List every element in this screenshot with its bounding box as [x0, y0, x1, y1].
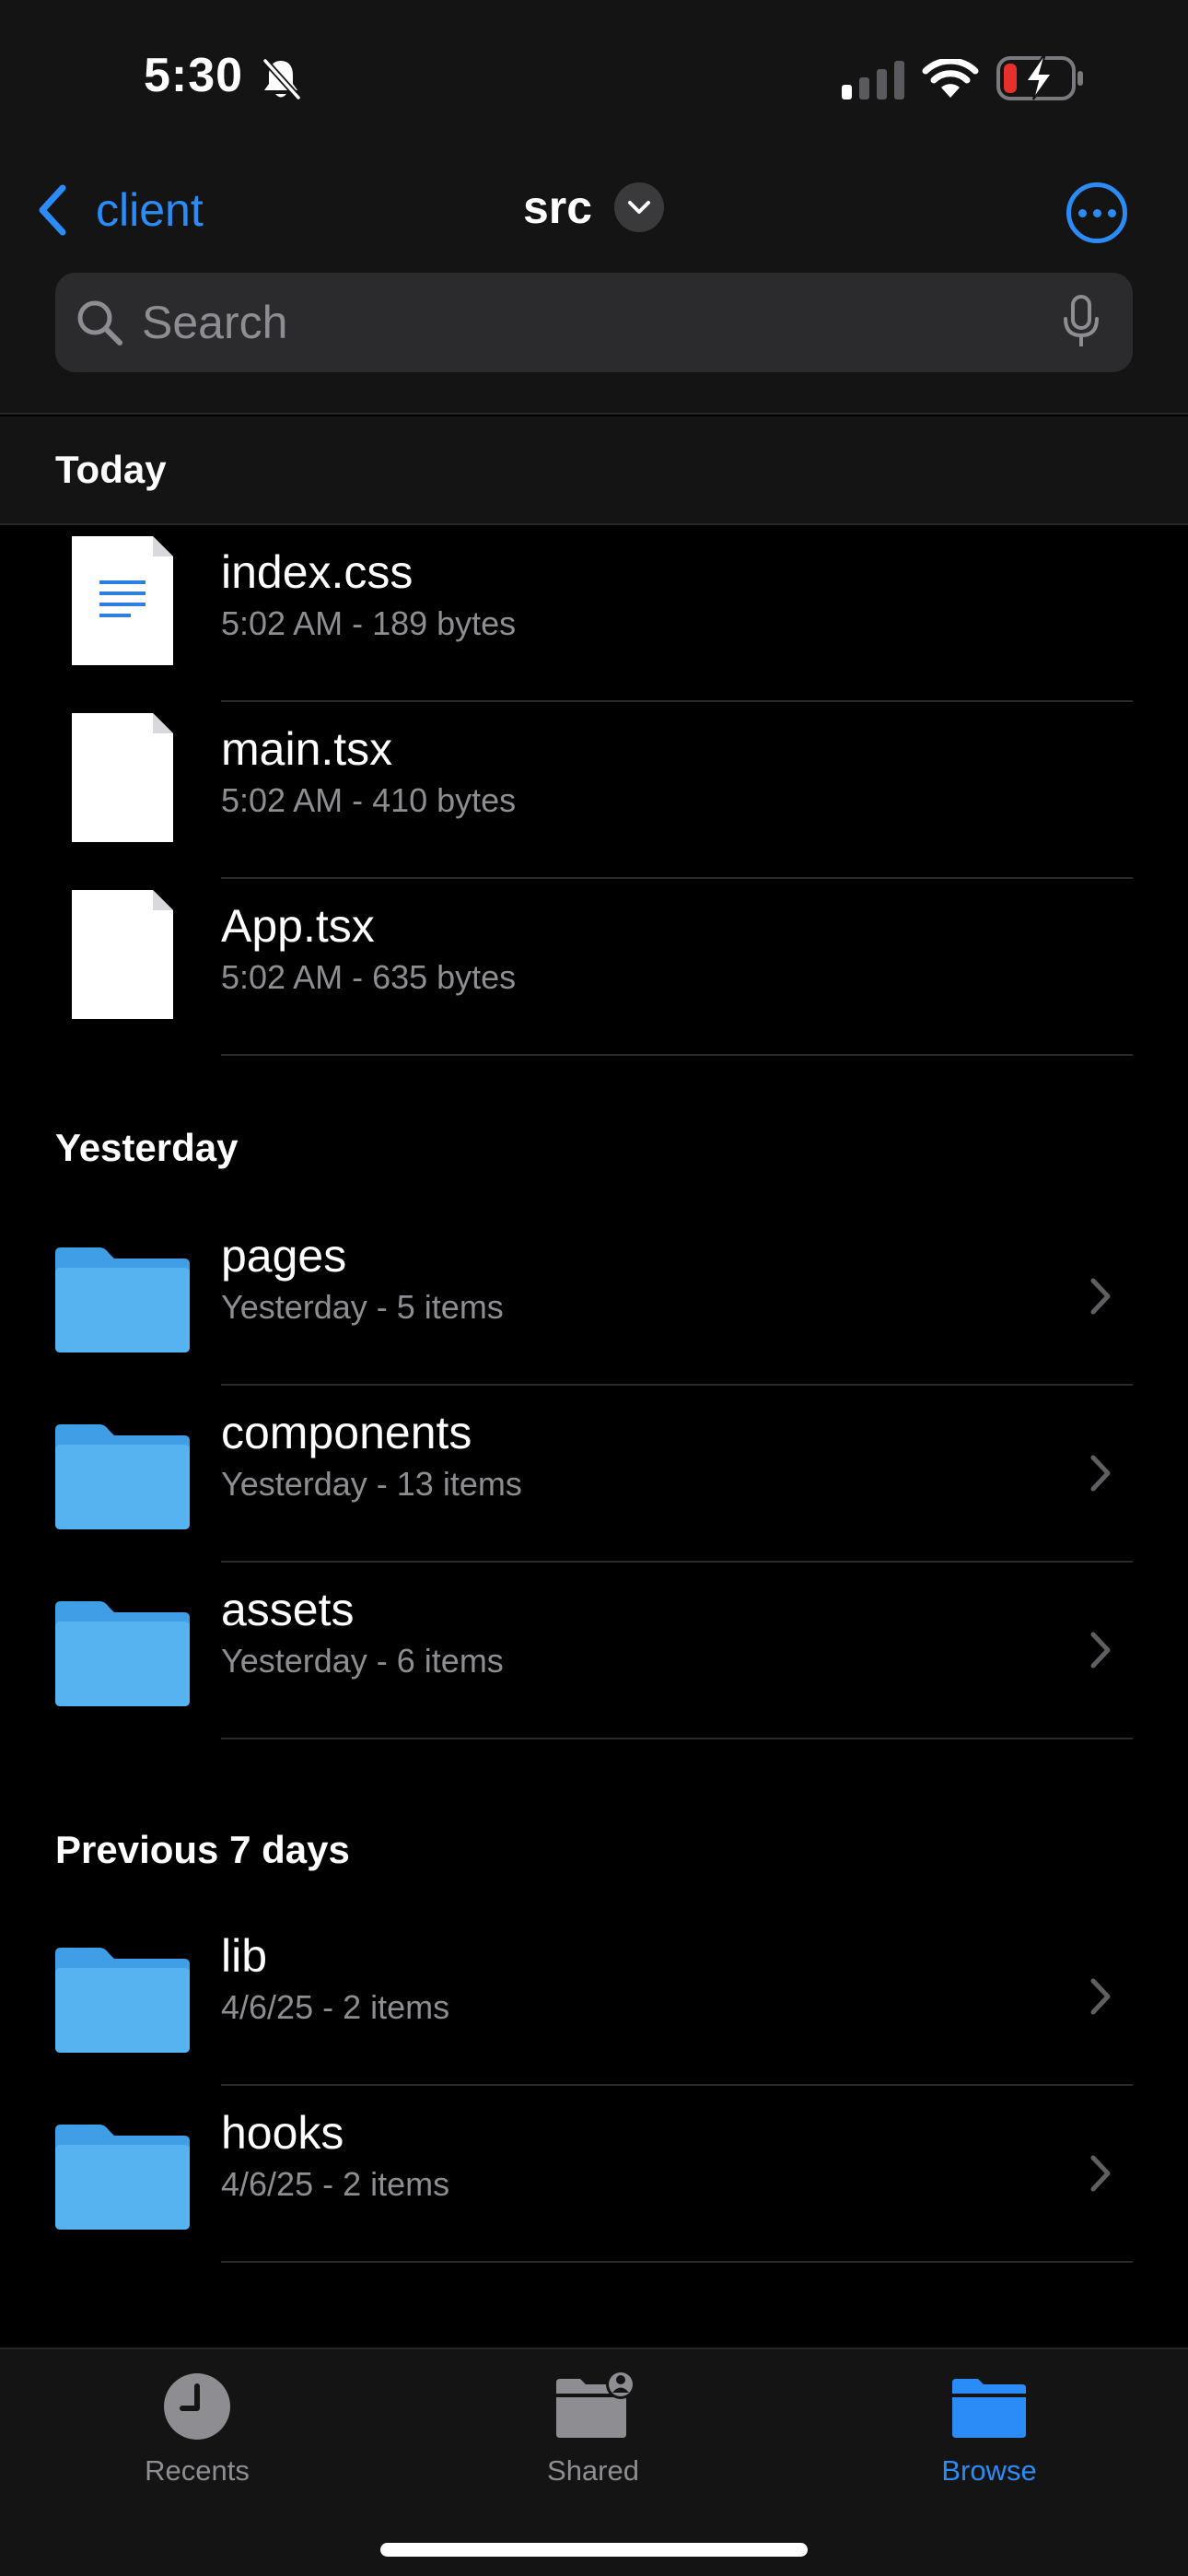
- folder-name: components: [221, 1407, 472, 1458]
- chevron-left-icon: [39, 184, 66, 236]
- tab-label: Shared: [547, 2454, 639, 2487]
- folder-name: pages: [221, 1230, 347, 1282]
- folder-meta: 4/6/25 - 2 items: [221, 2165, 450, 2203]
- tab-browse[interactable]: Browse: [888, 2370, 1090, 2488]
- file-meta: 5:02 AM - 635 bytes: [221, 958, 517, 996]
- chevron-right-icon: [1090, 1978, 1111, 2015]
- row-divider: [221, 2261, 1133, 2263]
- silent-bell-icon: [262, 58, 301, 100]
- section-header-today: Today: [0, 416, 1188, 525]
- folder-row-assets[interactable]: assets Yesterday - 6 items: [0, 1563, 1188, 1739]
- blank-document-icon: [72, 713, 173, 842]
- clock-icon: [164, 2373, 230, 2440]
- chevron-right-icon: [1090, 1632, 1111, 1669]
- file-row-app-tsx[interactable]: App.tsx 5:02 AM - 635 bytes: [0, 879, 1188, 1056]
- search-bar[interactable]: [55, 273, 1133, 372]
- folder-name: assets: [221, 1584, 355, 1635]
- status-time: 5:30: [144, 49, 244, 102]
- file-meta: 5:02 AM - 189 bytes: [221, 604, 517, 642]
- folder-icon: [952, 2379, 1026, 2438]
- more-dot: [1092, 208, 1101, 217]
- folder-meta: Yesterday - 13 items: [221, 1465, 522, 1503]
- more-dot: [1077, 208, 1087, 217]
- folder-icon: [55, 1424, 190, 1529]
- tab-recents[interactable]: Recents: [96, 2370, 298, 2488]
- folder-icon: [55, 2125, 190, 2230]
- section-title-previous-7-days: Previous 7 days: [55, 1828, 350, 1871]
- status-bar: 5:30: [0, 0, 1188, 158]
- folder-meta: Yesterday - 6 items: [221, 1642, 504, 1680]
- folder-icon: [55, 1948, 190, 2053]
- folder-title-menu[interactable]: src: [523, 181, 665, 234]
- file-name: index.css: [221, 546, 413, 598]
- section-title: Today: [55, 448, 167, 491]
- folder-row-hooks[interactable]: hooks 4/6/25 - 2 items: [0, 2086, 1188, 2263]
- row-divider: [221, 1738, 1133, 1739]
- text-document-icon: [72, 536, 173, 665]
- cellular-signal-icon: [842, 61, 904, 100]
- folder-icon: [55, 1247, 190, 1352]
- folder-row-components[interactable]: components Yesterday - 13 items: [0, 1386, 1188, 1563]
- folder-icon: [55, 1601, 190, 1706]
- more-dot: [1107, 208, 1116, 217]
- navigation-bar: client src: [0, 158, 1188, 415]
- page-title: src: [523, 181, 593, 233]
- battery-charging-icon: [996, 56, 1083, 100]
- chevron-right-icon: [1090, 1278, 1111, 1315]
- back-button[interactable]: client: [33, 182, 204, 238]
- search-icon: [77, 300, 122, 345]
- file-row-index-css[interactable]: index.css 5:02 AM - 189 bytes: [0, 525, 1188, 702]
- folder-row-pages[interactable]: pages Yesterday - 5 items: [0, 1209, 1188, 1386]
- chevron-down-icon: [614, 182, 665, 232]
- tab-label: Recents: [145, 2454, 250, 2487]
- tab-bar: Recents Shared Browse: [0, 2348, 1188, 2576]
- search-input[interactable]: [142, 289, 1063, 356]
- chevron-right-icon: [1090, 1455, 1111, 1492]
- tab-label: Browse: [941, 2454, 1037, 2487]
- more-options-button[interactable]: [1066, 182, 1127, 243]
- folder-meta: Yesterday - 5 items: [221, 1288, 504, 1326]
- row-divider: [221, 1054, 1133, 1056]
- file-meta: 5:02 AM - 410 bytes: [221, 781, 517, 819]
- chevron-right-icon: [1090, 2155, 1111, 2192]
- shared-folder-icon: [556, 2370, 635, 2438]
- blank-document-icon: [72, 890, 173, 1019]
- microphone-icon[interactable]: [1061, 295, 1101, 350]
- folder-name: lib: [221, 1930, 268, 1982]
- back-label: client: [96, 184, 204, 236]
- section-title-yesterday: Yesterday: [55, 1126, 239, 1169]
- file-name: App.tsx: [221, 900, 375, 952]
- home-indicator[interactable]: [380, 2543, 808, 2557]
- folder-name: hooks: [221, 2107, 344, 2159]
- file-row-main-tsx[interactable]: main.tsx 5:02 AM - 410 bytes: [0, 702, 1188, 879]
- wifi-icon: [922, 59, 979, 98]
- folder-row-lib[interactable]: lib 4/6/25 - 2 items: [0, 1909, 1188, 2086]
- tab-shared[interactable]: Shared: [492, 2370, 694, 2488]
- folder-meta: 4/6/25 - 2 items: [221, 1988, 450, 2026]
- file-name: main.tsx: [221, 723, 393, 775]
